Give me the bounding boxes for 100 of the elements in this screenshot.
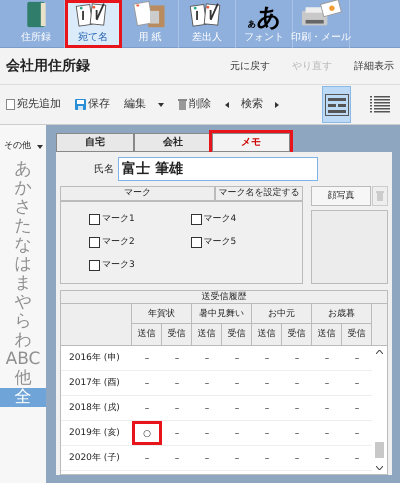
scroll-up-icon[interactable]: [376, 350, 383, 354]
title-action-button[interactable]: 元に戻す: [230, 58, 270, 74]
year-cell-text: 2016年 (申): [68, 352, 121, 365]
index-item[interactable]: か: [0, 178, 46, 198]
table-cell-text: –: [204, 378, 210, 391]
year-cell-text: 2020年 (子): [68, 452, 121, 465]
checkbox-label: マーク5: [204, 236, 236, 249]
window-title: 会社用住所録: [6, 56, 91, 76]
table-cell-text: –: [144, 453, 150, 466]
column-header: 受信: [166, 328, 186, 341]
index-item[interactable]: な: [0, 236, 46, 254]
checkbox[interactable]: [89, 260, 100, 271]
index-item[interactable]: や: [0, 292, 46, 312]
table-cell-text: –: [204, 353, 210, 366]
table-cell: ○: [132, 421, 162, 445]
table-cell-text: –: [264, 403, 270, 416]
caret-down-icon[interactable]: [158, 102, 164, 106]
name-input-field[interactable]: 富士 筆雄: [118, 157, 318, 181]
index-item[interactable]: た: [0, 216, 46, 236]
tab[interactable]: 会社: [134, 133, 212, 152]
index-item[interactable]: わ: [0, 330, 46, 350]
column-header: 送信: [252, 324, 282, 345]
table-cell-text: –: [204, 428, 210, 441]
ribbon-tab[interactable]: 宛て名: [65, 0, 122, 48]
table-cell-text: –: [294, 378, 300, 391]
index-item[interactable]: ま: [0, 274, 46, 292]
photo-header: 顔写真: [311, 186, 371, 206]
ribbon-tab[interactable]: 差出人: [179, 0, 236, 48]
set-mark-names-button[interactable]: マーク名を設定する: [215, 186, 303, 201]
save-button[interactable]: 保存: [75, 96, 110, 113]
checkbox-label: マーク3: [102, 258, 135, 272]
group-header: 暑中見舞い: [192, 304, 251, 324]
table-cell-text: –: [294, 428, 300, 441]
ribbon-tab[interactable]: 印刷・メール: [293, 0, 350, 48]
table-cell-text: –: [234, 453, 240, 466]
index-item[interactable]: ABC: [0, 350, 46, 368]
table-cell-text: –: [324, 353, 330, 366]
tab[interactable]: 自宅: [56, 133, 134, 152]
page-icon: [6, 99, 15, 110]
group-header: お中元: [252, 304, 311, 324]
checkbox-label: マーク4: [204, 212, 236, 226]
table-cell-text: –: [354, 403, 360, 416]
table-cell-text: –: [234, 353, 240, 366]
table-cell-text: –: [294, 403, 300, 416]
index-item[interactable]: さ: [0, 198, 46, 216]
table-cell-text: –: [174, 353, 180, 366]
checkbox[interactable]: [190, 214, 202, 225]
table-cell-text: –: [204, 453, 210, 466]
caret-right-icon[interactable]: [275, 102, 279, 108]
column-header: 送信: [312, 324, 342, 345]
checkbox[interactable]: [89, 214, 100, 225]
checkbox[interactable]: [190, 237, 202, 248]
column-header: 受信: [286, 328, 306, 341]
index-item[interactable]: あ: [0, 160, 46, 178]
caret-down-icon[interactable]: [37, 144, 43, 149]
table-cell-text: –: [354, 428, 360, 441]
table-cell-text: –: [204, 403, 210, 416]
trash-icon: [178, 99, 187, 110]
table-cell-text: –: [174, 453, 180, 466]
checkbox[interactable]: [89, 237, 100, 248]
table-cell-text: –: [294, 353, 300, 366]
trash-icon: [376, 191, 384, 201]
title-action-button[interactable]: 詳細表示: [354, 58, 394, 74]
group-header: お歳暮: [312, 304, 371, 324]
caret-left-icon[interactable]: [225, 102, 229, 108]
checkbox-label: マーク1: [102, 212, 135, 226]
table-cell-text: –: [354, 353, 360, 366]
table-cell-text: –: [324, 403, 330, 416]
table-cell-text: –: [354, 453, 360, 466]
table-cell-text: –: [144, 353, 150, 366]
table-cell-text: –: [174, 428, 180, 441]
tab[interactable]: メモ: [212, 133, 290, 152]
group-header: 年賀状: [132, 304, 191, 324]
table-cell-text: –: [324, 428, 330, 441]
index-item[interactable]: ら: [0, 312, 46, 330]
scroll-down-icon[interactable]: [376, 466, 383, 470]
ribbon-tab[interactable]: 用 紙: [122, 0, 179, 48]
filter-dropdown[interactable]: その他: [4, 140, 31, 154]
table-cell-text: –: [234, 428, 240, 441]
index-item[interactable]: 全: [0, 388, 46, 406]
table-cell-text: –: [324, 453, 330, 466]
list-view-icon: [370, 96, 390, 114]
index-item[interactable]: は: [0, 254, 46, 274]
table-cell-text: –: [264, 353, 270, 366]
scroll-thumb[interactable]: [375, 442, 384, 458]
table-cell-text: –: [144, 403, 150, 416]
table-cell-text: –: [294, 453, 300, 466]
table-cell-text: –: [264, 453, 270, 466]
index-item[interactable]: 他: [0, 368, 46, 388]
delete-button[interactable]: 削除: [178, 96, 211, 113]
view-toggle-button[interactable]: [322, 86, 351, 123]
table-cell-text: –: [354, 378, 360, 391]
column-header: 送信: [132, 324, 162, 345]
history-title: 送受信履歴: [61, 291, 387, 304]
search-button[interactable]: 検索: [241, 96, 263, 113]
table-cell-text: –: [234, 378, 240, 391]
column-header: 送信: [192, 324, 222, 345]
edit-menu-button[interactable]: 編集: [124, 96, 146, 113]
add-recipient-button[interactable]: 宛先追加: [6, 96, 61, 113]
table-cell-text: –: [174, 403, 180, 416]
